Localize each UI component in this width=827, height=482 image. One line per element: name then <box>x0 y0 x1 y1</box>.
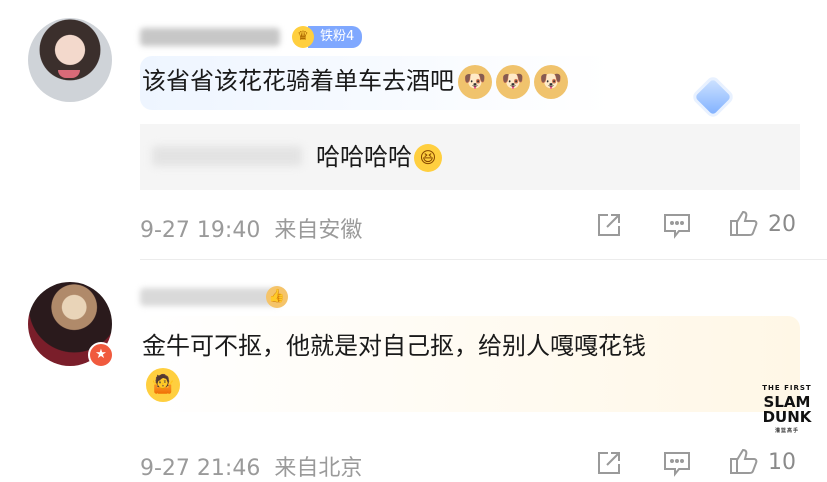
reply-text-line: 哈哈哈哈 😆 <box>316 138 442 176</box>
comment-text-1: 该省省该花花骑着单车去酒吧 🐶 🐶 🐶 <box>142 62 568 100</box>
comment-meta-1: 9-27 19:40 来自安徽 <box>140 212 362 244</box>
location: 来自安徽 <box>274 218 363 243</box>
comment-text: 该省省该花花骑着单车去酒吧 <box>142 67 454 95</box>
fan-badge-label: 铁粉4 <box>308 26 363 48</box>
share-icon[interactable] <box>594 210 624 240</box>
like-icon[interactable] <box>728 446 758 476</box>
avatar-mouth-shape <box>58 70 80 78</box>
comment-text: 金牛可不抠，他就是对自己抠，给别人嘎嘎花钱 <box>142 332 646 360</box>
watermark-line: DUNK <box>762 408 812 426</box>
divider <box>140 259 827 260</box>
doge-emoji-icon: 🐶 <box>458 65 492 99</box>
username-blurred[interactable] <box>140 28 280 46</box>
thumbs-up-badge-icon: 👍 <box>266 286 288 308</box>
shrug-emoji-icon: 🤷 <box>146 368 180 402</box>
crown-icon: ♛ <box>292 26 314 48</box>
like-count: 10 <box>768 450 796 475</box>
avatar[interactable] <box>28 18 112 102</box>
doge-emoji-icon: 🐶 <box>534 65 568 99</box>
verified-badge-icon: ★ <box>88 342 114 368</box>
username-blurred[interactable] <box>140 288 280 306</box>
slam-dunk-watermark-logo: THE FIRST SLAM DUNK 灌篮高手 <box>760 382 814 438</box>
like-count: 20 <box>768 212 796 237</box>
reply-username-blurred <box>152 146 302 166</box>
location: 来自北京 <box>274 456 363 481</box>
timestamp: 9-27 21:46 <box>140 456 261 481</box>
comment-icon[interactable] <box>662 210 692 240</box>
fan-badge[interactable]: ♛ 铁粉4 <box>292 26 363 48</box>
reply-text: 哈哈哈哈 <box>316 143 412 171</box>
laugh-emoji-icon: 😆 <box>414 144 442 172</box>
watermark-line: 灌篮高手 <box>774 428 799 434</box>
doge-emoji-icon: 🐶 <box>496 65 530 99</box>
comment-meta-2: 9-27 21:46 来自北京 <box>140 450 362 482</box>
timestamp: 9-27 19:40 <box>140 218 261 243</box>
like-icon[interactable] <box>728 208 758 238</box>
